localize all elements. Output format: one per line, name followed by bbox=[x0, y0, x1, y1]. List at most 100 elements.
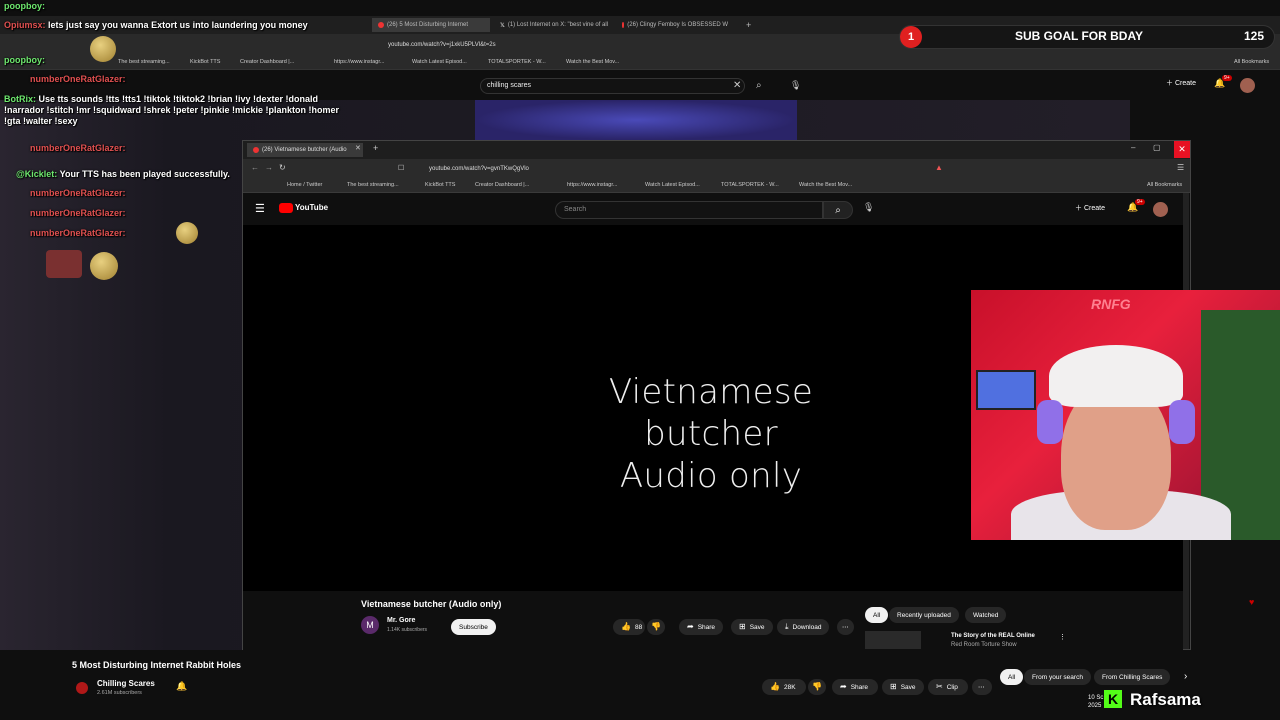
avatar[interactable] bbox=[1153, 202, 1168, 217]
maximize-icon[interactable]: ▢ bbox=[1153, 143, 1161, 152]
chip-all[interactable]: All bbox=[1000, 669, 1024, 685]
clear-search-icon[interactable]: ✕ bbox=[733, 80, 741, 91]
channel-avatar[interactable] bbox=[76, 682, 88, 694]
microphone-icon[interactable]: 🎙 bbox=[790, 80, 801, 91]
rec-title[interactable]: The Story of the REAL Online bbox=[951, 633, 1035, 639]
bg-channel-name[interactable]: Chilling Scares bbox=[97, 679, 155, 688]
rec-thumbnail[interactable] bbox=[865, 631, 921, 649]
search-icon[interactable]: ⌕ bbox=[756, 80, 762, 91]
bg-search-input[interactable]: chilling scares bbox=[480, 78, 745, 94]
close-tab-icon[interactable]: ✕ bbox=[355, 144, 361, 152]
x-favicon-icon: 𝕏 bbox=[500, 22, 505, 29]
share-button[interactable]: ➦ Share bbox=[679, 619, 724, 635]
chip-recently-uploaded[interactable]: Recently uploaded bbox=[889, 607, 959, 623]
all-bookmarks[interactable]: All Bookmarks bbox=[1234, 59, 1269, 65]
bookmark[interactable]: TOTALSPORTEK - W... bbox=[488, 59, 546, 65]
bg-tab[interactable]: 𝕏 (1) Lost Internet on X: "best vine of a… bbox=[494, 18, 612, 32]
bg-create-button[interactable]: ＋ Create bbox=[1166, 78, 1196, 88]
forward-icon[interactable]: → bbox=[265, 163, 273, 172]
more-button[interactable]: ⋯ bbox=[837, 619, 854, 635]
extension-icon[interactable]: ▲ bbox=[935, 163, 943, 172]
save-button[interactable]: ⊞ Save bbox=[731, 619, 773, 635]
download-label: Download bbox=[792, 623, 822, 631]
bookmark[interactable]: KickBot TTS bbox=[425, 182, 455, 188]
dislike-button[interactable]: 👎 bbox=[647, 619, 665, 635]
bg-tab[interactable]: (26) Clingy Femboy Is OBSESSED W bbox=[616, 18, 734, 32]
bookmark-star-icon[interactable]: ☐ bbox=[398, 164, 404, 172]
chip-label: All bbox=[873, 611, 881, 619]
chip-label: From Chilling Scares bbox=[1102, 673, 1163, 681]
bookmark[interactable]: https://www.instagr... bbox=[334, 59, 384, 65]
thumbs-down-icon: 👎 bbox=[812, 682, 822, 691]
kick-logo-icon: K bbox=[1104, 690, 1122, 708]
bg-share-button[interactable]: ➦ Share bbox=[832, 679, 878, 695]
bookmark[interactable]: Creator Dashboard |... bbox=[240, 59, 294, 65]
bg-save-button[interactable]: ⊞ Save bbox=[882, 679, 924, 695]
thumbs-up-icon: 👍 bbox=[770, 682, 780, 691]
chat-user: numberOneRatGlazer: bbox=[30, 143, 126, 153]
bg-dislike-button[interactable]: 👎 bbox=[808, 679, 826, 695]
save-label: Save bbox=[900, 683, 916, 691]
channel-name[interactable]: Mr. Gore bbox=[387, 617, 415, 624]
bg-url-text[interactable]: youtube.com/watch?v=j1xkU5PLVl&t=2s bbox=[388, 42, 496, 48]
all-bookmarks[interactable]: All Bookmarks bbox=[1147, 182, 1182, 188]
youtube-logo-text[interactable]: YouTube bbox=[295, 203, 328, 212]
new-tab-button[interactable]: + bbox=[373, 143, 378, 153]
back-icon[interactable]: ← bbox=[251, 163, 259, 172]
menu-icon[interactable]: ☰ bbox=[1177, 163, 1184, 172]
tab-active[interactable]: (26) Vietnamese butcher (Audio bbox=[247, 143, 363, 157]
chip-all[interactable]: All bbox=[865, 607, 889, 623]
chip-from-channel[interactable]: From Chilling Scares bbox=[1094, 669, 1171, 685]
like-button[interactable]: 👍 88 bbox=[613, 619, 645, 635]
new-tab-button[interactable]: + bbox=[740, 18, 754, 32]
bg-tab-active[interactable]: (26) 5 Most Disturbing Internet bbox=[372, 18, 490, 32]
bookmark[interactable]: Watch Latest Episod... bbox=[645, 182, 700, 188]
rec-subtitle: Red Room Torture Show bbox=[951, 642, 1017, 648]
search-input[interactable]: Search bbox=[555, 201, 823, 219]
bookmark[interactable]: https://www.instagr... bbox=[567, 182, 617, 188]
avatar[interactable] bbox=[1240, 78, 1255, 93]
bg-rec-title[interactable]: 10 Sc bbox=[1088, 695, 1103, 701]
bg-search-value: chilling scares bbox=[487, 82, 531, 89]
bg-like-button[interactable]: 👍 28K bbox=[762, 679, 806, 695]
bookmark[interactable]: The best streaming... bbox=[118, 59, 170, 65]
download-button[interactable]: ⤓ Download bbox=[777, 619, 830, 635]
create-button[interactable]: ＋ Create bbox=[1075, 203, 1105, 213]
emote-icon bbox=[90, 252, 118, 280]
close-window-button[interactable]: ✕ bbox=[1174, 141, 1190, 158]
chevron-right-icon[interactable]: › bbox=[1184, 671, 1187, 682]
share-label: Share bbox=[697, 623, 716, 631]
bookmark[interactable]: Creator Dashboard |... bbox=[475, 182, 529, 188]
channel-initial: M bbox=[366, 620, 374, 630]
chip-watched[interactable]: Watched bbox=[965, 607, 1007, 623]
url-text[interactable]: youtube.com/watch?v=gvnTKwQgVlo bbox=[429, 166, 529, 172]
subscribe-button[interactable]: Subscribe bbox=[451, 619, 496, 635]
bookmark[interactable]: Watch Latest Episod... bbox=[412, 59, 467, 65]
bookmark[interactable]: Home / Twitter bbox=[287, 182, 322, 188]
hamburger-menu-icon[interactable]: ☰ bbox=[255, 202, 265, 215]
bg-clip-button[interactable]: ✂ Clip bbox=[928, 679, 968, 695]
bell-icon[interactable]: 🔔 bbox=[176, 681, 187, 692]
subscriber-count: 1.14K subscribers bbox=[387, 627, 428, 633]
minimize-icon[interactable]: – bbox=[1131, 143, 1135, 152]
bookmark[interactable]: Watch the Best Mov... bbox=[799, 182, 852, 188]
youtube-logo-icon[interactable] bbox=[279, 203, 293, 213]
share-icon: ➦ bbox=[687, 622, 694, 631]
chat-user: numberOneRatGlazer: bbox=[30, 74, 126, 84]
create-label: Create bbox=[1083, 205, 1105, 212]
bookmark[interactable]: TOTALSPORTEK - W... bbox=[721, 182, 779, 188]
rec-more-icon[interactable]: ⋮ bbox=[1059, 633, 1066, 641]
save-label: Save bbox=[749, 623, 765, 631]
bg-more-button[interactable]: ⋯ bbox=[972, 679, 992, 695]
microphone-icon[interactable]: 🎙 bbox=[863, 202, 874, 213]
search-button[interactable]: ⌕ bbox=[823, 201, 853, 219]
bookmark[interactable]: Watch the Best Mov... bbox=[566, 59, 619, 65]
chat-message: poopboy: bbox=[4, 1, 45, 12]
chat-user: numberOneRatGlazer: bbox=[30, 188, 126, 198]
chip-from-search[interactable]: From your search bbox=[1024, 669, 1091, 685]
bookmark[interactable]: KickBot TTS bbox=[190, 59, 220, 65]
reload-icon[interactable]: ↻ bbox=[279, 163, 286, 172]
address-bar[interactable]: ← → ↻ ☐ youtube.com/watch?v=gvnTKwQgVlo … bbox=[243, 159, 1190, 179]
bookmark[interactable]: The best streaming... bbox=[347, 182, 399, 188]
channel-avatar[interactable]: M bbox=[361, 616, 379, 634]
